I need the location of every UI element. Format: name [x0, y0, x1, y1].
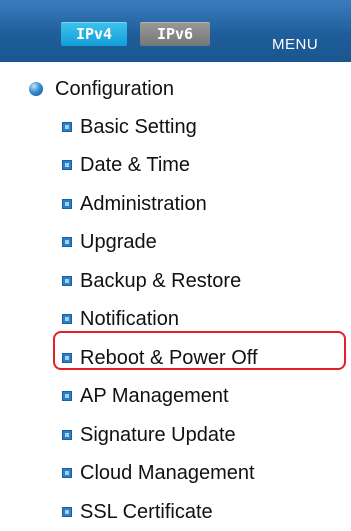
nav-item-label: Cloud Management — [80, 461, 255, 484]
nav-item-reboot-power-off[interactable]: Reboot & Power Off — [62, 344, 258, 372]
nav-item-label: Backup & Restore — [80, 269, 242, 292]
square-bullet-icon — [62, 160, 72, 170]
sphere-bullet-icon — [29, 82, 43, 96]
square-bullet-icon — [62, 468, 72, 478]
nav-item-cloud-management[interactable]: Cloud Management — [62, 459, 255, 487]
square-bullet-icon — [62, 430, 72, 440]
nav-item-label: AP Management — [80, 384, 229, 407]
nav-item-basic-setting[interactable]: Basic Setting — [62, 113, 197, 141]
square-bullet-icon — [62, 391, 72, 401]
nav-item-date-time[interactable]: Date & Time — [62, 151, 190, 179]
square-bullet-icon — [62, 507, 72, 517]
square-bullet-icon — [62, 353, 72, 363]
menu-title: MENU — [272, 36, 319, 53]
nav-item-label: Reboot & Power Off — [80, 346, 258, 369]
square-bullet-icon — [62, 122, 72, 132]
square-bullet-icon — [62, 276, 72, 286]
nav-item-label: Date & Time — [80, 153, 191, 176]
square-bullet-icon — [62, 199, 72, 209]
nav-item-label: Signature Update — [80, 423, 236, 446]
nav-item-backup-restore[interactable]: Backup & Restore — [62, 267, 241, 295]
tab-ipv4[interactable]: IPv4 — [61, 22, 127, 46]
nav-item-label: Basic Setting — [80, 115, 197, 138]
nav-item-signature-update[interactable]: Signature Update — [62, 421, 236, 449]
menu-header: IPv4 IPv6 MENU — [0, 0, 351, 62]
nav-item-label: Notification — [80, 307, 179, 330]
square-bullet-icon — [62, 237, 72, 247]
nav-item-label: Administration — [80, 192, 207, 215]
menu-panel: IPv4 IPv6 MENU Configuration Basic Setti… — [0, 0, 351, 531]
nav-item-upgrade[interactable]: Upgrade — [62, 228, 157, 256]
section-label: Configuration — [55, 77, 174, 100]
square-bullet-icon — [62, 314, 72, 324]
section-configuration[interactable]: Configuration — [29, 75, 174, 103]
tab-ipv6[interactable]: IPv6 — [140, 22, 210, 46]
nav-item-administration[interactable]: Administration — [62, 190, 207, 218]
nav-item-label: Upgrade — [80, 230, 157, 253]
nav-item-ssl-certificate[interactable]: SSL Certificate — [62, 498, 213, 526]
nav-item-label: SSL Certificate — [80, 500, 213, 523]
nav-item-ap-management[interactable]: AP Management — [62, 382, 229, 410]
nav-item-notification[interactable]: Notification — [62, 305, 179, 333]
